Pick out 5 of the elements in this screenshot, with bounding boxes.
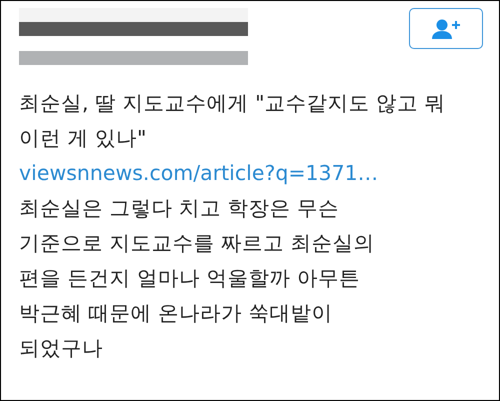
link[interactable]: viewsnnews.com/article?q=1371… [19, 156, 378, 191]
follow-button[interactable] [409, 8, 483, 49]
tweet-text: 최순실은 그렇다 치고 학장은 무슨 기준으로 지도교수를 짜르고 최순실의 편을 든건지 얼마나 억울할까 아무튼 박근혜 때문에 온나라가 쑥대밭이 되었구나 [19, 195, 376, 362]
add-user-icon [431, 18, 461, 40]
tweet-text: 최순실, 딸 지도교수에게 "교수같지도 않고 뭐 이런 게 있나" viewsnnews.com/article?q=1371… [19, 86, 455, 191]
